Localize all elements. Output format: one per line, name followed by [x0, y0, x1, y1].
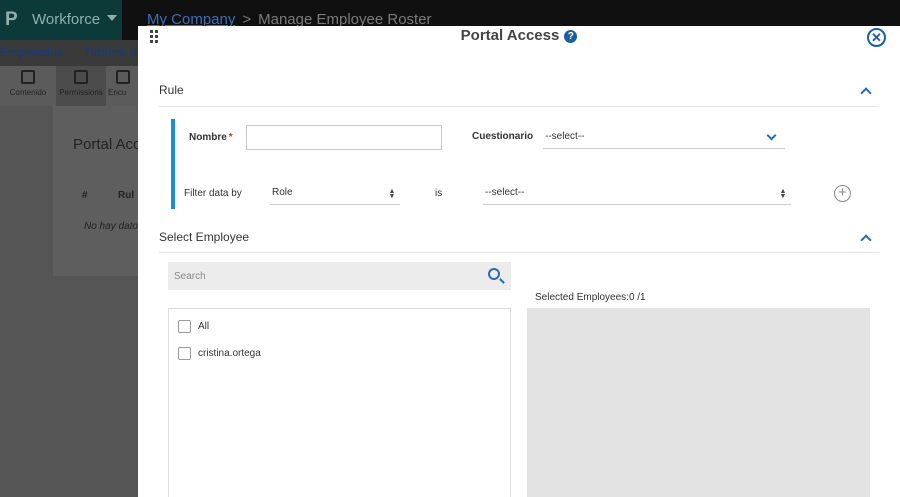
- list-item-label: cristina.ortega: [198, 347, 261, 359]
- add-filter-icon[interactable]: +: [834, 185, 851, 202]
- filter-value-select[interactable]: --select-- ▲ ▼: [483, 183, 791, 205]
- filter-operator: is: [435, 188, 443, 199]
- cuestionario-value: --select--: [545, 131, 585, 142]
- required-mark: *: [228, 132, 233, 143]
- toolbar-contenido[interactable]: Contenido: [3, 66, 53, 106]
- filter-field-value: Role: [272, 187, 293, 198]
- employee-section-heading: Select Employee: [159, 230, 250, 244]
- rule-section-heading: Rule: [159, 83, 184, 97]
- background-page-title: Portal Acc: [73, 136, 141, 153]
- selected-employees-count: Selected Employees:0 /1: [535, 292, 646, 303]
- nav-item-empleados[interactable]: Empleados: [0, 45, 64, 59]
- search-input[interactable]: [168, 262, 478, 290]
- modal-title-text: Portal Access: [460, 27, 560, 44]
- nombre-label-text: Nombre: [189, 132, 227, 143]
- cuestionario-label: Cuestionario: [472, 131, 534, 142]
- portal-access-modal: Portal Access? ✕ Rule Nombre * Cuestionar…: [138, 26, 900, 497]
- toolbar-label: Permissions: [59, 88, 103, 97]
- nombre-label: Nombre *: [189, 132, 233, 143]
- sort-arrows-icon: ▲ ▼: [779, 188, 787, 200]
- divider: [159, 106, 879, 107]
- toolbar-encuestas[interactable]: Encu: [108, 66, 138, 106]
- app-name: Workforce: [32, 11, 101, 28]
- nav-item-tablero[interactable]: Tablero de: [84, 45, 144, 59]
- app-logo-icon: P: [5, 9, 18, 30]
- lock-icon: [74, 70, 88, 84]
- checkbox[interactable]: [178, 319, 191, 333]
- checkbox[interactable]: [178, 346, 191, 360]
- filter-value: --select--: [485, 187, 525, 198]
- filter-field-select[interactable]: Role ▲ ▼: [270, 183, 400, 205]
- nombre-input[interactable]: [246, 125, 442, 150]
- employee-list: All cristina.ortega: [168, 308, 511, 497]
- survey-icon: [116, 70, 130, 84]
- background-col-number: #: [82, 190, 88, 201]
- search-icon[interactable]: [488, 268, 500, 280]
- selected-employees-panel: [527, 308, 870, 497]
- background-col-rule: Rul: [118, 190, 135, 201]
- app-switcher[interactable]: P Workforce: [0, 0, 122, 40]
- modal-title: Portal Access?: [138, 27, 900, 44]
- search-box: [168, 262, 511, 290]
- toolbar-label: Encu: [108, 88, 127, 97]
- filter-label: Filter data by: [184, 188, 242, 199]
- toolbar-label: Contenido: [9, 88, 47, 97]
- list-item-all[interactable]: All: [178, 319, 209, 333]
- caret-down-icon: [107, 15, 117, 21]
- document-icon: [21, 70, 35, 84]
- collapse-rule-icon[interactable]: [860, 87, 872, 99]
- list-item-label: All: [198, 320, 210, 332]
- rule-accent-bar: [171, 119, 175, 209]
- toolbar-permissions[interactable]: Permissions: [56, 66, 106, 106]
- cuestionario-select[interactable]: --select--: [543, 127, 785, 149]
- divider: [159, 252, 879, 253]
- sort-arrows-icon: ▲ ▼: [388, 188, 396, 200]
- background-no-data: No hay dato: [84, 221, 138, 232]
- collapse-employee-icon[interactable]: [860, 234, 872, 246]
- close-icon[interactable]: ✕: [867, 28, 886, 47]
- chevron-down-icon: [766, 130, 777, 141]
- list-item-employee[interactable]: cristina.ortega: [178, 346, 261, 360]
- help-icon[interactable]: ?: [564, 30, 578, 43]
